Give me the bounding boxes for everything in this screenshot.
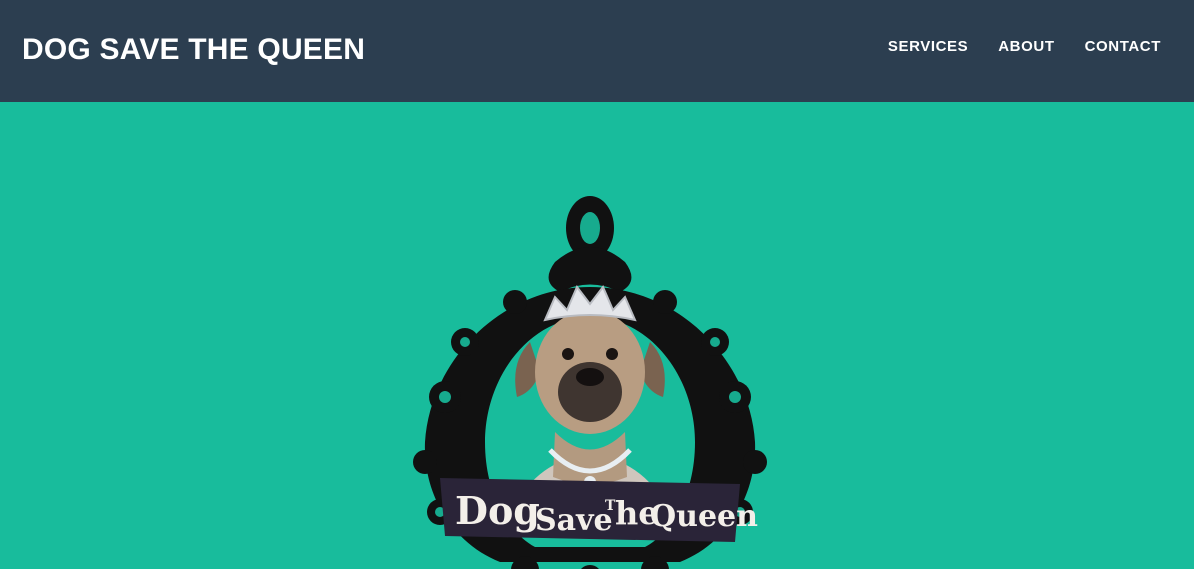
dog-queen-frame-icon: Dog Save T he Queen [413, 196, 767, 569]
hero-section: Dog Save T he Queen [0, 102, 1194, 569]
logo-word-save: Save [535, 503, 613, 538]
nav-link-services[interactable]: SERVICES [888, 36, 968, 58]
nav-links: SERVICES ABOUT CONTACT [888, 36, 1161, 58]
brand-link[interactable]: DOG SAVE THE QUEEN [22, 30, 365, 70]
top-navbar: DOG SAVE THE QUEEN SERVICES ABOUT CONTAC… [0, 0, 1194, 102]
nav-link-about[interactable]: ABOUT [998, 36, 1054, 58]
logo-word-queen: Queen [650, 499, 758, 534]
nav-link-contact[interactable]: CONTACT [1085, 36, 1161, 58]
logo-word-dog: Dog [455, 488, 540, 533]
logo-banner: Dog Save T he Queen [440, 478, 758, 542]
